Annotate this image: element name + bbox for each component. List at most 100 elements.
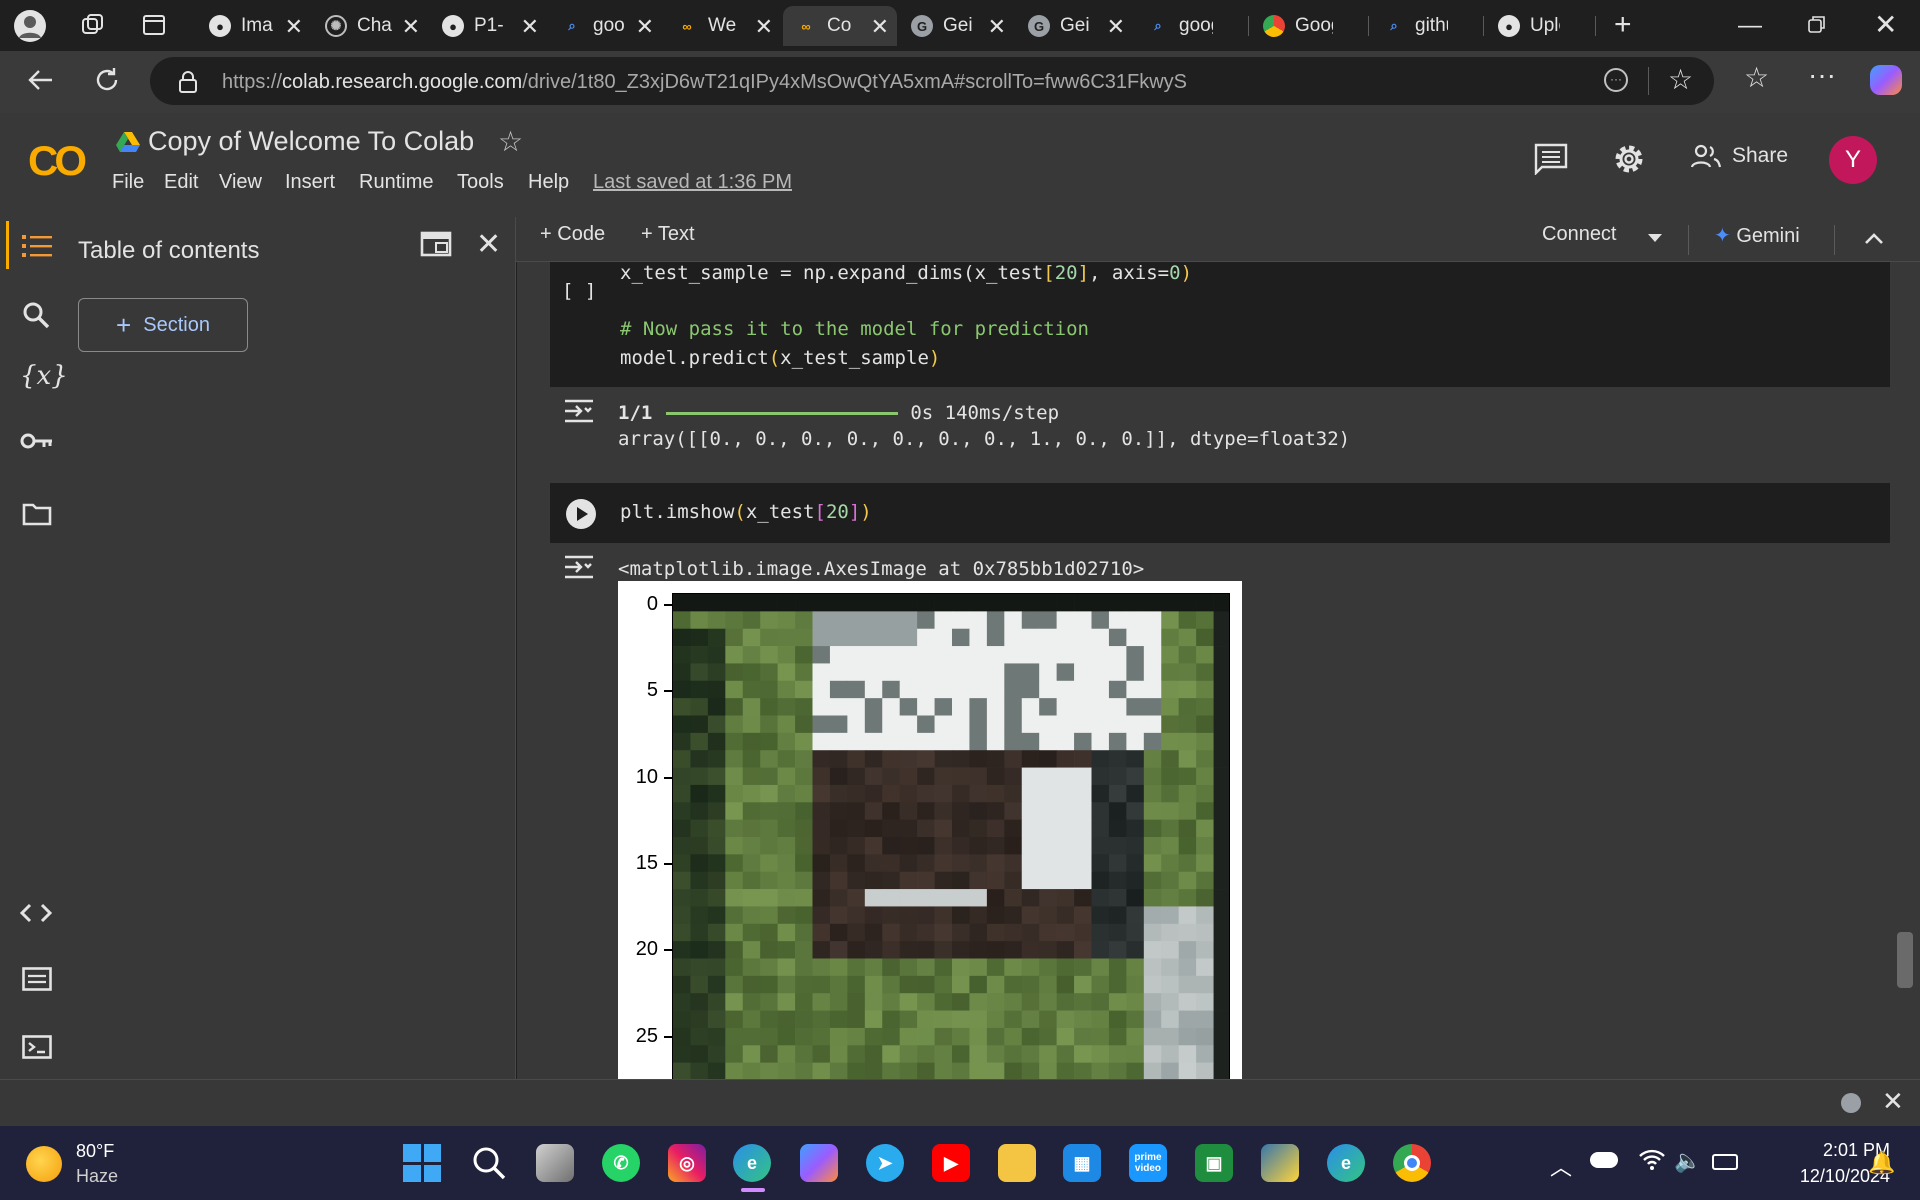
- favorite-star-icon[interactable]: ☆: [1668, 63, 1693, 96]
- notebook-title[interactable]: Copy of Welcome To Colab: [148, 126, 474, 157]
- close-tab-icon[interactable]: ✕: [871, 14, 889, 40]
- menu-view[interactable]: View: [219, 171, 262, 194]
- menu-insert[interactable]: Insert: [285, 171, 335, 194]
- browser-tab[interactable]: ● Ima ✕: [197, 6, 311, 46]
- profile-avatar-icon[interactable]: [14, 10, 46, 42]
- close-status-icon[interactable]: ✕: [1882, 1086, 1904, 1117]
- code-cell[interactable]: plt.imshow(x_test[20]): [550, 483, 1890, 543]
- minimize-button[interactable]: —: [1738, 12, 1762, 40]
- instagram-icon[interactable]: ◎: [668, 1144, 706, 1182]
- address-bar[interactable]: https://colab.research.google.com/drive/…: [150, 57, 1714, 105]
- taskbar-search-icon[interactable]: [470, 1144, 508, 1182]
- gemini-button[interactable]: ✦ Gemini: [1714, 223, 1800, 248]
- comments-icon[interactable]: [1534, 143, 1568, 175]
- scrollbar-thumb[interactable]: [1897, 932, 1913, 988]
- add-code-button[interactable]: + Code: [540, 223, 605, 246]
- file-explorer-icon[interactable]: [998, 1144, 1036, 1182]
- share-button[interactable]: Share: [1690, 143, 1788, 169]
- browser-tab[interactable]: ∞ Co ✕: [783, 6, 897, 46]
- favorites-icon[interactable]: ☆: [1744, 61, 1769, 94]
- telegram-icon[interactable]: ➤: [866, 1144, 904, 1182]
- browser-tab[interactable]: G Gei ✕: [899, 6, 1014, 46]
- output-toggle-icon[interactable]: [563, 398, 595, 424]
- python-icon[interactable]: [1261, 1144, 1299, 1182]
- weather-temp[interactable]: 80°F: [76, 1141, 114, 1162]
- menu-tools[interactable]: Tools: [457, 171, 504, 194]
- close-tab-icon[interactable]: ✕: [1107, 14, 1125, 40]
- weather-haze-icon[interactable]: [26, 1146, 62, 1182]
- menu-edit[interactable]: Edit: [164, 171, 198, 194]
- browser-tab[interactable]: ✺ Cha ✕: [313, 6, 428, 46]
- connect-button[interactable]: Connect: [1542, 223, 1617, 246]
- classroom-icon[interactable]: ▣: [1195, 1144, 1233, 1182]
- menu-help[interactable]: Help: [528, 171, 569, 194]
- output-toggle-icon[interactable]: [563, 554, 595, 580]
- open-in-tab-icon[interactable]: [420, 231, 452, 257]
- table-of-contents-icon[interactable]: [22, 233, 52, 259]
- browser-tab[interactable]: Google: [1251, 6, 1369, 46]
- more-menu-icon[interactable]: ···: [1808, 59, 1836, 91]
- notification-bell-icon[interactable]: 🔔: [1868, 1150, 1895, 1176]
- task-view-icon[interactable]: [536, 1144, 574, 1182]
- code-snippets-icon[interactable]: [20, 902, 52, 924]
- star-icon[interactable]: ☆: [498, 125, 523, 158]
- menu-file[interactable]: File: [112, 171, 144, 194]
- variables-icon[interactable]: {x}: [20, 361, 68, 391]
- close-tab-icon[interactable]: ✕: [755, 14, 773, 40]
- secrets-key-icon[interactable]: [20, 431, 54, 451]
- workspaces-icon[interactable]: [80, 12, 106, 38]
- close-tab-icon[interactable]: ✕: [285, 14, 303, 40]
- settings-gear-icon[interactable]: [1612, 142, 1646, 176]
- close-window-button[interactable]: ✕: [1874, 8, 1897, 41]
- close-tab-icon[interactable]: ✕: [636, 14, 654, 40]
- close-tab-icon[interactable]: ✕: [402, 14, 420, 40]
- account-avatar[interactable]: Y: [1829, 136, 1877, 184]
- connect-dropdown-icon[interactable]: [1648, 234, 1662, 242]
- back-icon[interactable]: [26, 65, 56, 95]
- whatsapp-icon[interactable]: ✆: [602, 1144, 640, 1182]
- microsoft-store-icon[interactable]: ▦: [1063, 1144, 1101, 1182]
- close-tab-icon[interactable]: ✕: [521, 14, 539, 40]
- copilot-icon[interactable]: [1870, 65, 1902, 95]
- cell-run-bracket[interactable]: [ ]: [562, 280, 596, 302]
- browser-tab[interactable]: ∞ We ✕: [664, 6, 781, 46]
- volume-icon[interactable]: 🔈: [1674, 1148, 1701, 1174]
- start-windows-icon[interactable]: [403, 1144, 441, 1182]
- copilot-taskbar-icon[interactable]: [800, 1144, 838, 1182]
- tray-chevron-icon[interactable]: ︿: [1550, 1150, 1572, 1182]
- chrome-icon[interactable]: [1393, 1144, 1431, 1182]
- youtube-icon[interactable]: ▶: [932, 1144, 970, 1182]
- onedrive-icon[interactable]: [1590, 1152, 1618, 1168]
- last-saved-link[interactable]: Last saved at 1:36 PM: [593, 171, 792, 194]
- prime-video-icon[interactable]: prime video: [1129, 1144, 1167, 1182]
- search-icon[interactable]: [22, 301, 50, 329]
- tab-actions-icon[interactable]: [141, 12, 167, 38]
- add-text-button[interactable]: + Text: [641, 223, 695, 246]
- browser-tab[interactable]: ⌕ google: [1135, 6, 1249, 46]
- files-folder-icon[interactable]: [22, 502, 52, 526]
- run-cell-button[interactable]: [566, 499, 596, 529]
- new-tab-button[interactable]: +: [1614, 8, 1632, 42]
- collapse-header-icon[interactable]: [1864, 231, 1884, 245]
- edge-icon[interactable]: e: [733, 1144, 771, 1182]
- command-palette-icon[interactable]: [22, 967, 52, 991]
- add-section-button[interactable]: + Section: [78, 298, 248, 352]
- browser-tab[interactable]: ⌕ github: [1371, 6, 1484, 46]
- reader-mode-icon[interactable]: ···: [1604, 68, 1628, 92]
- browser-tab[interactable]: ⌕ goo ✕: [549, 6, 662, 46]
- menu-runtime[interactable]: Runtime: [359, 171, 433, 194]
- browser-tab[interactable]: G Gei ✕: [1016, 6, 1133, 46]
- close-tab-icon[interactable]: ✕: [988, 14, 1006, 40]
- lock-icon[interactable]: [178, 70, 198, 94]
- browser-tab[interactable]: ● Upload: [1486, 6, 1596, 46]
- edge-dev-icon[interactable]: e: [1327, 1144, 1365, 1182]
- restore-button[interactable]: [1807, 14, 1827, 34]
- close-panel-icon[interactable]: ✕: [476, 227, 501, 262]
- code-cell[interactable]: [ ] x_test_sample = np.expand_dims(x_tes…: [550, 262, 1890, 387]
- refresh-icon[interactable]: [92, 65, 122, 95]
- terminal-icon[interactable]: [22, 1035, 52, 1059]
- browser-tab[interactable]: ● P1- ✕: [430, 6, 547, 46]
- wifi-icon[interactable]: [1638, 1146, 1666, 1172]
- colab-logo[interactable]: CO: [28, 137, 87, 185]
- battery-icon[interactable]: [1712, 1154, 1738, 1170]
